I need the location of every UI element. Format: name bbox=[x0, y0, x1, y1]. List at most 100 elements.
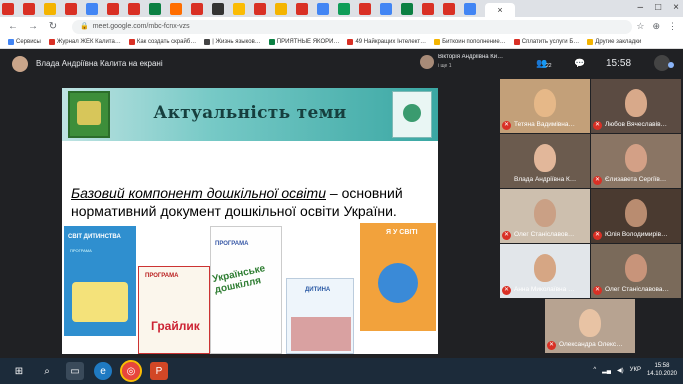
book-4-title: ДИТИНА bbox=[305, 287, 331, 293]
browser-tab-9[interactable] bbox=[170, 2, 182, 15]
bookmark-favicon-icon bbox=[513, 39, 520, 45]
account-badge bbox=[668, 62, 674, 68]
participant-name: Єлизавета Сергіїв… bbox=[605, 176, 667, 183]
volume-icon[interactable]: ◀) bbox=[617, 367, 624, 374]
bookmark-label: Другие закладки bbox=[595, 39, 642, 45]
browser-tab-3[interactable] bbox=[44, 2, 56, 15]
participant-name: Любов Вячеславів… bbox=[605, 121, 668, 128]
bookmark-label: Как создать скрайб… bbox=[136, 39, 197, 45]
slide-text-underlined: Базовий компонент дошкільної освіти bbox=[71, 185, 326, 201]
windows-start-icon[interactable]: ⊞ bbox=[10, 362, 28, 380]
mic-muted-icon: ✕ bbox=[593, 176, 602, 185]
book-cover-5: Я У СВІТІ bbox=[360, 223, 436, 331]
browser-tab-17[interactable] bbox=[338, 2, 350, 15]
presenter-avatar bbox=[12, 56, 28, 72]
extensions-icon[interactable]: ⊕ bbox=[652, 21, 660, 32]
bookmark-item[interactable]: Другие закладки bbox=[587, 39, 641, 45]
participant-tile[interactable]: Влада Андріївна К… bbox=[500, 134, 590, 188]
forward-icon[interactable]: → bbox=[26, 21, 40, 32]
participant-tile[interactable]: ✕ Олександра Олекс… bbox=[545, 299, 635, 353]
participant-tile[interactable]: ✕ Любов Вячеславів… bbox=[591, 79, 681, 133]
browser-tab-13[interactable] bbox=[254, 2, 266, 15]
participant-tile[interactable]: ✕ Тетяна Вадимівна… bbox=[500, 79, 590, 133]
slide: Актуальність теми Базовий компонент дошк… bbox=[62, 88, 438, 354]
browser-tab-active[interactable]: × bbox=[485, 3, 515, 17]
browser-tab-20[interactable] bbox=[401, 2, 413, 15]
bookmark-item[interactable]: Сервисы bbox=[8, 39, 41, 45]
taskbar-clock[interactable]: 15:58 14.10.2020 bbox=[647, 362, 677, 378]
people-count: 22 bbox=[546, 63, 552, 69]
participant-name: Тетяна Вадимівна… bbox=[514, 121, 575, 128]
network-icon[interactable]: ▂▄ bbox=[602, 367, 611, 374]
star-icon[interactable]: ☆ bbox=[636, 21, 644, 32]
bookmark-favicon-icon bbox=[268, 39, 275, 45]
participant-face bbox=[534, 144, 556, 172]
minimize-button[interactable]: – bbox=[638, 2, 644, 13]
bookmark-item[interactable]: | Жизнь языков… bbox=[204, 39, 261, 45]
reload-icon[interactable]: ↻ bbox=[46, 21, 60, 32]
pinned-sub: і ще 1 bbox=[438, 63, 452, 69]
browser-tab-8[interactable] bbox=[149, 2, 161, 15]
browser-tab-6[interactable] bbox=[107, 2, 119, 15]
bookmark-favicon-icon bbox=[434, 39, 441, 45]
mic-muted-icon: ✕ bbox=[593, 286, 602, 295]
bookmark-item[interactable]: Журнал ЖЕК Калита… bbox=[48, 39, 121, 45]
presenter-title: Влада Андріївна Калита на екрані bbox=[36, 59, 163, 68]
participant-tile[interactable]: ✕ Олег Станіславов… bbox=[500, 189, 590, 243]
browser-tab-7[interactable] bbox=[128, 2, 140, 15]
close-button[interactable]: × bbox=[673, 2, 679, 13]
book-cover-4: ДИТИНА bbox=[286, 278, 354, 354]
participants-grid: ✕ Тетяна Вадимівна… ✕ Любов Вячеславів… Влад… bbox=[500, 79, 683, 354]
book-3-word: Українське дошкілля bbox=[211, 263, 267, 296]
bookmark-item[interactable]: Как создать скрайб… bbox=[128, 39, 197, 45]
menu-icon[interactable]: ⋮ bbox=[668, 21, 677, 32]
participant-face bbox=[625, 254, 647, 282]
browser-tab-10[interactable] bbox=[191, 2, 203, 15]
participant-tile[interactable]: ✕ Анна Миколаївна … bbox=[500, 244, 590, 298]
bookmark-favicon-icon bbox=[8, 39, 14, 45]
browser-tab-5[interactable] bbox=[86, 2, 98, 15]
browser-tab-14[interactable] bbox=[275, 2, 287, 15]
tab-strip: × bbox=[0, 0, 683, 17]
browser-tab-23[interactable] bbox=[464, 2, 476, 15]
browser-tab-22[interactable] bbox=[443, 2, 455, 15]
participant-name: Юлія Володимирів… bbox=[605, 231, 668, 238]
browser-tab-11[interactable] bbox=[212, 2, 224, 15]
search-icon[interactable]: ⌕ bbox=[38, 362, 56, 380]
meet-clock: 15:58 bbox=[606, 58, 632, 69]
participant-tile[interactable]: ✕ Олег Станіславова… bbox=[591, 244, 681, 298]
language-indicator[interactable]: УКР bbox=[630, 367, 641, 373]
bookmark-favicon-icon bbox=[48, 39, 55, 45]
browser-tab-18[interactable] bbox=[359, 2, 371, 15]
maximize-button[interactable]: □ bbox=[655, 2, 661, 13]
browser-tab-21[interactable] bbox=[422, 2, 434, 15]
explorer-icon[interactable]: ▭ bbox=[66, 362, 84, 380]
tab-close-icon[interactable]: × bbox=[497, 5, 502, 15]
presentation-stage: Актуальність теми Базовий компонент дошк… bbox=[0, 79, 500, 354]
mic-muted-icon: ✕ bbox=[593, 231, 602, 240]
participant-tile[interactable]: ✕ Єлизавета Сергіїв… bbox=[591, 134, 681, 188]
browser-tab-4[interactable] bbox=[65, 2, 77, 15]
mic-muted-icon: ✕ bbox=[502, 286, 511, 295]
office-icon[interactable]: P bbox=[150, 362, 168, 380]
browser-tab-1[interactable] bbox=[2, 2, 14, 15]
bookmark-item[interactable]: Сплатить услуги Б… bbox=[513, 39, 579, 45]
url-field[interactable]: 🔒 meet.google.com/mbc-fcnx-vzs bbox=[72, 19, 632, 34]
browser-tab-2[interactable] bbox=[23, 2, 35, 15]
bookmark-item[interactable]: ПРИЯТНЫЕ ЯКОРИ… bbox=[268, 39, 339, 45]
bookmark-favicon-icon bbox=[587, 39, 594, 45]
edge-icon[interactable]: e bbox=[94, 362, 112, 380]
tray-arrow-icon[interactable]: ^ bbox=[593, 367, 596, 373]
browser-tab-12[interactable] bbox=[233, 2, 245, 15]
chat-icon[interactable]: 💬 bbox=[574, 58, 585, 69]
browser-tab-16[interactable] bbox=[317, 2, 329, 15]
browser-tab-19[interactable] bbox=[380, 2, 392, 15]
back-icon[interactable]: ← bbox=[6, 21, 20, 32]
browser-tab-15[interactable] bbox=[296, 2, 308, 15]
bookmark-item[interactable]: Биткоин пополнение… bbox=[434, 39, 506, 45]
chrome-icon[interactable]: ◎ bbox=[120, 360, 142, 382]
participant-name: Олег Станіславова… bbox=[605, 286, 669, 293]
participant-name: Олег Станіславов… bbox=[514, 231, 575, 238]
bookmark-item[interactable]: 49 Найкращих Iнтелект… bbox=[347, 39, 426, 45]
participant-tile[interactable]: ✕ Юлія Володимирів… bbox=[591, 189, 681, 243]
